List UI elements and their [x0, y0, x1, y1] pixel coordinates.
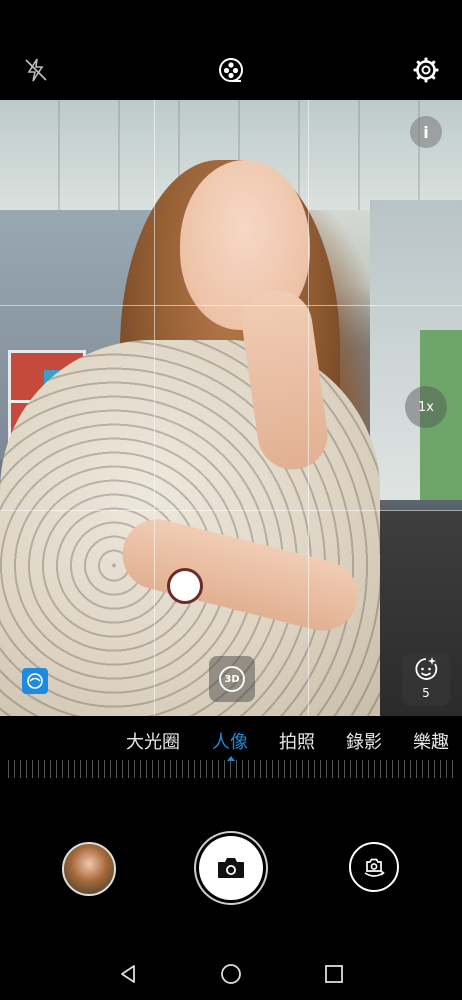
switch-camera-icon: [364, 858, 385, 877]
3d-label: 3D: [224, 673, 240, 685]
grid-line: [308, 100, 309, 716]
subject-watch: [167, 568, 203, 604]
shutter-button[interactable]: [199, 836, 263, 900]
grid-line: [154, 100, 155, 716]
filter-icon[interactable]: [216, 55, 246, 85]
zoom-label: 1x: [418, 399, 434, 415]
home-circle-icon[interactable]: [219, 962, 243, 986]
beauty-mode-button[interactable]: 5: [402, 654, 450, 706]
mode-photo[interactable]: 拍照: [279, 728, 315, 754]
zoom-ruler[interactable]: [8, 760, 454, 778]
mode-portrait[interactable]: 人像: [212, 728, 248, 754]
mode-fun[interactable]: 樂趣: [413, 728, 449, 754]
mode-selector[interactable]: 大光圈 人像 拍照 錄影 樂趣: [0, 716, 462, 766]
zoom-button[interactable]: 1x: [405, 386, 447, 428]
beauty-face-icon: [415, 657, 438, 680]
camera-icon: [218, 858, 244, 878]
aperture-indicator[interactable]: [22, 668, 48, 694]
grid-line: [0, 305, 462, 306]
aperture-icon: [27, 673, 43, 689]
3d-portrait-button[interactable]: 3D: [209, 656, 255, 702]
gear-icon[interactable]: [411, 55, 441, 85]
gallery-thumbnail[interactable]: [62, 842, 116, 896]
top-bar: [0, 0, 462, 100]
mode-video[interactable]: 錄影: [346, 728, 382, 754]
beauty-level: 5: [422, 686, 430, 700]
grid-line: [0, 510, 462, 511]
recents-square-icon[interactable]: [322, 962, 346, 986]
info-label: i: [423, 122, 429, 142]
flash-off-icon[interactable]: [22, 56, 50, 84]
back-triangle-icon[interactable]: [116, 962, 140, 986]
info-button[interactable]: i: [410, 116, 442, 148]
camera-viewfinder[interactable]: [0, 100, 462, 716]
switch-camera-button[interactable]: [349, 842, 399, 892]
navigation-bar: [0, 950, 462, 1000]
mode-wide-aperture[interactable]: 大光圈: [126, 728, 180, 754]
